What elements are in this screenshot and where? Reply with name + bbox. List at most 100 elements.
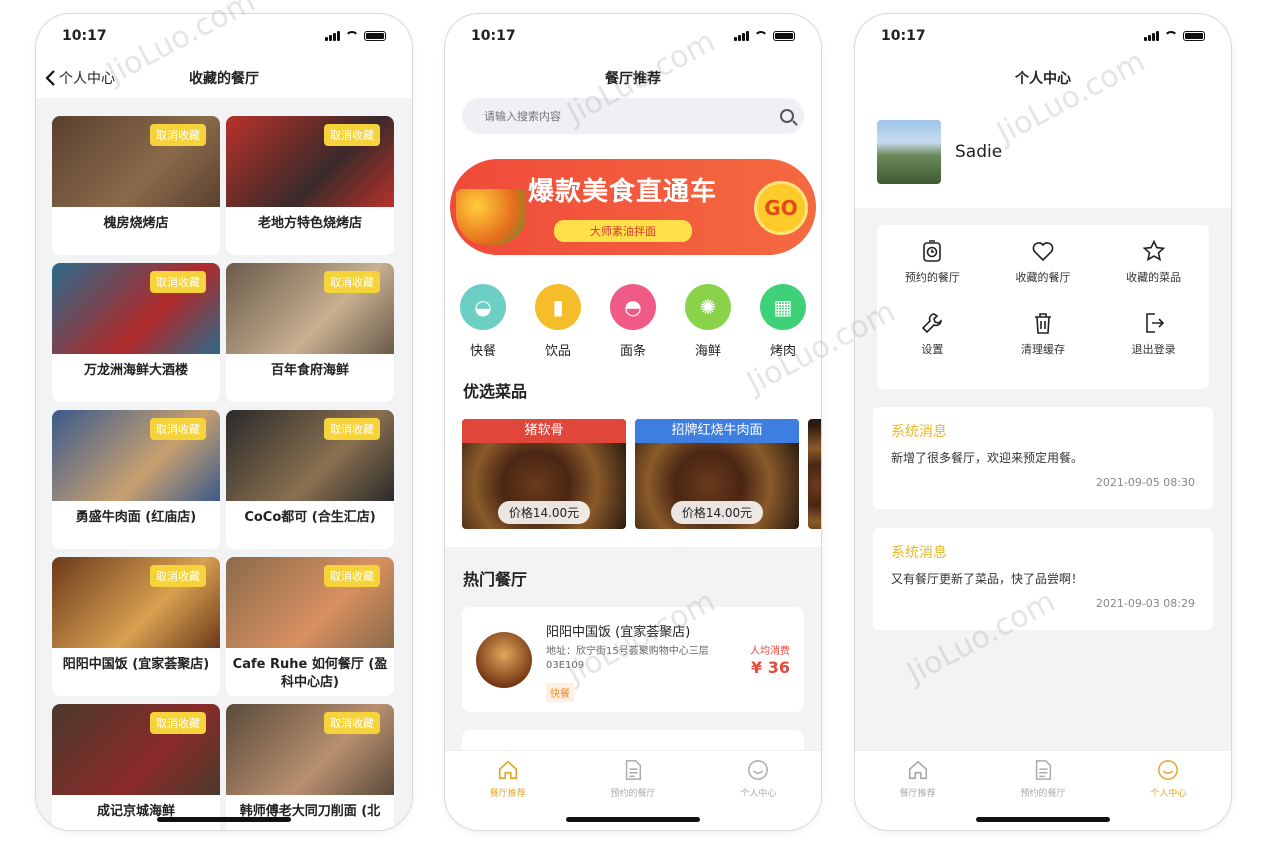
restaurant-photo: 取消收藏 [52, 410, 220, 501]
avg-spend-value: ¥ 36 [751, 658, 790, 677]
tab-recommend[interactable]: 餐厅推荐 [445, 751, 570, 830]
category-label: 烤肉 [769, 344, 796, 359]
restaurant-photo: 取消收藏 [52, 116, 220, 207]
restaurant-name: 万龙洲海鲜大酒楼 [83, 363, 188, 378]
restaurant-tag: 快餐 [546, 683, 574, 702]
message-card[interactable]: 系统消息 新增了很多餐厅，欢迎来预定用餐。 2021-09-05 08:30 [873, 407, 1213, 509]
category-label: 饮品 [544, 344, 571, 359]
unfavorite-button[interactable]: 取消收藏 [324, 271, 380, 293]
promo-banner[interactable]: 爆款美食直通车 大师素油拌面 GO [450, 159, 816, 255]
nav-bar: 个人中心 [855, 58, 1231, 98]
unfavorite-button[interactable]: 取消收藏 [150, 712, 206, 734]
grill-icon: ▦ [760, 284, 806, 330]
avg-spend-label: 人均消费 [750, 646, 790, 657]
bowl-icon: ◒ [460, 284, 506, 330]
search-input[interactable] [484, 109, 780, 123]
heart-icon [1032, 242, 1054, 262]
dish-name: 招牌红烧牛肉面 [635, 419, 799, 443]
restaurant-photo: 取消收藏 [226, 557, 394, 648]
document-icon [625, 760, 642, 780]
dish-name: 猪软骨 [462, 419, 626, 443]
category-grill[interactable]: ▦ 烤肉 [756, 284, 810, 359]
menu-favorite-dishes[interactable]: 收藏的菜品 [1098, 239, 1209, 311]
page-title: 餐厅推荐 [605, 71, 661, 87]
category-label: 面条 [619, 344, 646, 359]
menu-label: 预约的餐厅 [904, 271, 960, 284]
menu-settings[interactable]: 设置 [877, 311, 988, 383]
wrench-icon [922, 313, 943, 334]
tab-profile[interactable]: 个人中心 [1106, 751, 1231, 830]
category-label: 快餐 [469, 344, 496, 359]
category-bowl[interactable]: ◒ 快餐 [456, 284, 510, 359]
smile-icon [1158, 760, 1179, 780]
favorite-restaurant-card[interactable]: 取消收藏 成记京城海鲜 [52, 704, 220, 830]
favorites-content: 取消收藏 槐房烧烤店 取消收藏 老地方特色烧烤店 取消收藏 万龙洲海鲜大酒楼 取消收藏 百年食… [36, 98, 412, 830]
favorite-restaurant-card[interactable]: 取消收藏 CoCo都可 (合生汇店) [226, 410, 394, 549]
favorite-restaurant-card[interactable]: 取消收藏万龙洲海鲜大酒楼 [52, 263, 220, 402]
unfavorite-button[interactable]: 取消收藏 [150, 565, 206, 587]
tab-label: 餐厅推荐 [489, 789, 526, 799]
tab-profile[interactable]: 个人中心 [696, 751, 821, 830]
menu-label: 退出登录 [1131, 343, 1176, 356]
category-drink[interactable]: ▮ 饮品 [531, 284, 585, 359]
unfavorite-button[interactable]: 取消收藏 [324, 712, 380, 734]
unfavorite-button[interactable]: 取消收藏 [150, 418, 206, 440]
menu-reserved-restaurants[interactable]: 预约的餐厅 [877, 239, 988, 311]
message-body: 新增了很多餐厅，欢迎来预定用餐。 [891, 451, 1084, 465]
page-title: 收藏的餐厅 [189, 71, 259, 87]
back-button[interactable]: 个人中心 [44, 68, 115, 88]
restaurant-photo: 取消收藏 [226, 704, 394, 795]
chevron-left-icon [45, 70, 55, 86]
battery-icon [364, 31, 386, 41]
dish-card-partial[interactable] [808, 419, 821, 529]
search-icon[interactable] [780, 109, 794, 123]
hot-restaurants-title: 热门餐厅 [463, 570, 528, 589]
menu-clear-cache[interactable]: 清理缓存 [988, 311, 1099, 383]
tab-label: 个人中心 [740, 789, 777, 799]
restaurant-name: 阳阳中国饭 (宜家荟聚店) [546, 625, 691, 640]
status-time: 10:17 [881, 28, 926, 44]
restaurant-photo: 取消收藏 [226, 116, 394, 207]
home-indicator [976, 817, 1110, 822]
menu-label: 设置 [921, 343, 944, 356]
restaurant-photo: 取消收藏 [226, 263, 394, 354]
unfavorite-button[interactable]: 取消收藏 [150, 271, 206, 293]
home-indicator [566, 817, 700, 822]
favorite-restaurant-card[interactable]: 取消收藏 Cafe Ruhe 如何餐厅 (盈科中心店) [226, 557, 394, 696]
hot-restaurant-card[interactable]: 阳阳中国饭 (宜家荟聚店) 地址：欣宁街15号荟聚购物中心三层03E109 快餐… [462, 607, 804, 712]
dish-card[interactable]: 猪软骨 价格14.00元 [462, 419, 626, 529]
menu-favorite-restaurants[interactable]: 收藏的餐厅 [988, 239, 1099, 311]
unfavorite-button[interactable]: 取消收藏 [324, 418, 380, 440]
phone-recommend: 10:17 餐厅推荐 爆款美食直通车 大师素油拌面 GO ◒ 快餐 ▮ 饮品 ◓ 面条 ✺ 海… [445, 14, 821, 830]
trash-icon [1034, 313, 1051, 334]
noodle-icon: ◓ [610, 284, 656, 330]
avatar[interactable] [877, 120, 941, 184]
message-card[interactable]: 系统消息 又有餐厅更新了菜品，快了品尝啊！ 2021-09-03 08:29 [873, 528, 1213, 630]
signal-icon [325, 31, 340, 41]
category-noodle[interactable]: ◓ 面条 [606, 284, 660, 359]
favorite-restaurant-card[interactable]: 取消收藏 百年食府海鲜 [226, 263, 394, 402]
menu-logout[interactable]: 退出登录 [1098, 311, 1209, 383]
banner-go-button[interactable]: GO [754, 181, 808, 235]
tab-label: 个人中心 [1150, 789, 1187, 799]
star-icon [1142, 239, 1166, 262]
unfavorite-button[interactable]: 取消收藏 [324, 565, 380, 587]
username: Sadie [955, 142, 1003, 162]
search-bar[interactable] [462, 98, 804, 134]
phone-favorite-restaurants: 10:17 个人中心 收藏的餐厅 取消收藏 槐房烧烤店 取消收藏 老地方特色烧烤店 取消… [36, 14, 412, 830]
category-crab[interactable]: ✺ 海鲜 [681, 284, 735, 359]
tab-recommend[interactable]: 餐厅推荐 [855, 751, 980, 830]
favorite-restaurant-card[interactable]: 取消收藏 槐房烧烤店 [52, 116, 220, 255]
favorite-restaurant-card[interactable]: 取消收藏 老地方特色烧烤店 [226, 116, 394, 255]
featured-dishes-title: 优选菜品 [463, 382, 528, 401]
unfavorite-button[interactable]: 取消收藏 [324, 124, 380, 146]
tab-label: 预约的餐厅 [1020, 789, 1066, 799]
favorite-restaurant-card[interactable]: 取消收藏 勇盛牛肉面 (红庙店) [52, 410, 220, 549]
dish-card[interactable]: 招牌红烧牛肉面 价格14.00元 [635, 419, 799, 529]
restaurant-name: 阳阳中国饭 (宜家荟聚店) [62, 657, 210, 672]
favorite-restaurant-card[interactable]: 取消收藏阳阳中国饭 (宜家荟聚店) [52, 557, 220, 696]
restaurant-address: 地址：欣宁街15号荟聚购物中心三层03E109 [546, 646, 709, 671]
battery-icon [1183, 31, 1205, 41]
favorite-restaurant-card[interactable]: 取消收藏 韩师傅老大同刀削面 (北 [226, 704, 394, 830]
unfavorite-button[interactable]: 取消收藏 [150, 124, 206, 146]
